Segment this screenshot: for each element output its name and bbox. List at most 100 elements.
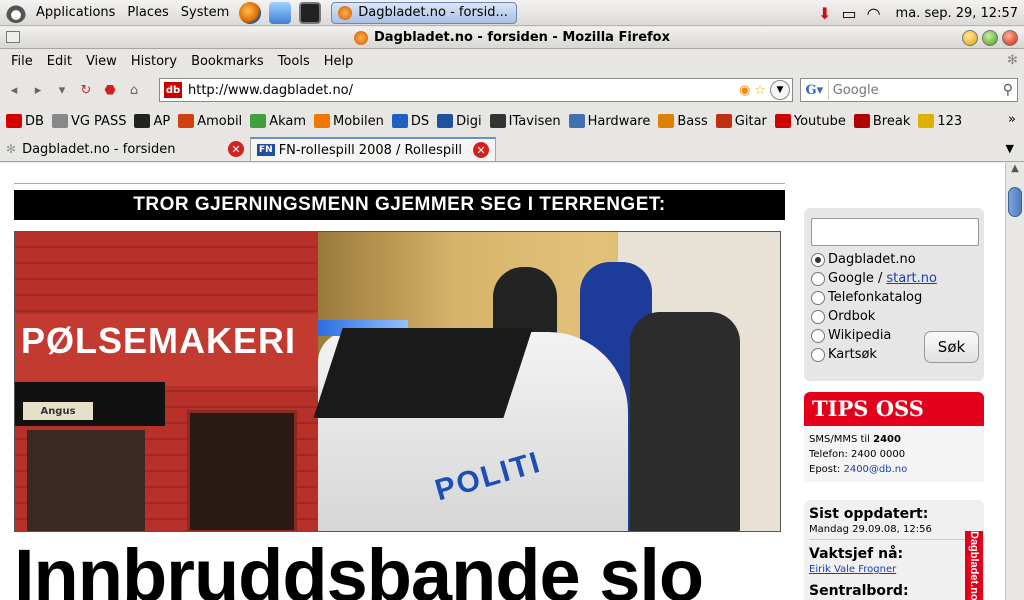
- gnome-foot-icon[interactable]: [6, 2, 26, 23]
- bookmark-item[interactable]: Bass: [658, 114, 708, 129]
- scrollbar-thumb[interactable]: [1008, 187, 1022, 217]
- stop-icon[interactable]: ⬣: [100, 80, 120, 100]
- radio-button[interactable]: [811, 328, 825, 343]
- rss-feed-icon[interactable]: ◉: [739, 83, 750, 98]
- tab-close-icon[interactable]: ✕: [473, 142, 489, 158]
- bookmark-item[interactable]: Youtube: [774, 114, 846, 129]
- tab-fn-rollespill[interactable]: FN FN-rollespill 2008 / Rollespill ... ✕: [250, 137, 496, 161]
- bookmark-item[interactable]: Amobil: [178, 114, 242, 129]
- taskbar-window-button[interactable]: Dagbladet.no - forsid...: [331, 1, 518, 24]
- headline-kicker[interactable]: TROR GJERNINGSMENN GJEMMER SEG I TERRENG…: [14, 190, 785, 220]
- radio-button[interactable]: [811, 347, 825, 362]
- search-icon[interactable]: ⚲: [1003, 82, 1013, 98]
- site-favicon-icon: db: [164, 82, 182, 98]
- bookmark-item[interactable]: ITavisen: [489, 114, 561, 129]
- main-headline[interactable]: Innbruddsbande slo: [14, 539, 704, 600]
- menu-file[interactable]: File: [4, 54, 40, 69]
- menu-edit[interactable]: Edit: [40, 54, 79, 69]
- search-input[interactable]: [828, 82, 1003, 98]
- vertical-scrollbar[interactable]: ▲: [1005, 163, 1024, 600]
- reload-icon[interactable]: ↻: [76, 80, 96, 100]
- search-option[interactable]: Wikipedia: [811, 326, 937, 345]
- back-icon[interactable]: ◂: [4, 80, 24, 100]
- vaktsjef-link[interactable]: Eirik Vale Frogner: [809, 564, 979, 575]
- radio-button[interactable]: [811, 290, 825, 305]
- bookmark-item[interactable]: Akam: [250, 114, 306, 129]
- clock[interactable]: ma. sep. 29, 12:57: [886, 6, 1024, 21]
- radio-button[interactable]: [811, 271, 825, 286]
- tab-list-icon[interactable]: ▼: [1006, 142, 1014, 155]
- menu-help[interactable]: Help: [317, 54, 361, 69]
- bookmark-item[interactable]: DB: [6, 114, 44, 129]
- throbber-icon: ✻: [1007, 53, 1018, 68]
- search-option-label: Dagbladet.no: [828, 252, 916, 267]
- menu-view[interactable]: View: [79, 54, 124, 69]
- bookmark-star-icon[interactable]: ☆: [754, 83, 766, 98]
- bookmarks-overflow-icon[interactable]: »: [1008, 112, 1016, 127]
- search-option[interactable]: Telefonkatalog: [811, 288, 937, 307]
- divider: [14, 183, 785, 184]
- search-option-label: Wikipedia: [828, 328, 892, 343]
- url-dropdown-icon[interactable]: ▼: [770, 80, 790, 100]
- terminal-launcher-icon[interactable]: [299, 1, 322, 24]
- search-box[interactable]: G▾ ⚲: [800, 78, 1018, 102]
- search-option-link[interactable]: start.no: [886, 271, 937, 286]
- tips-box: TIPS OSS SMS/MMS til 2400 Telefon: 2400 …: [804, 392, 984, 482]
- url-text[interactable]: http://www.dagbladet.no/: [188, 83, 739, 98]
- tips-title[interactable]: TIPS OSS: [804, 392, 984, 426]
- radio-button[interactable]: [811, 252, 825, 267]
- updated-date: Mandag 29.09.08, 12:56: [809, 524, 979, 540]
- menu-places[interactable]: Places: [121, 5, 174, 20]
- url-bar[interactable]: db http://www.dagbladet.no/ ◉ ☆ ▼: [159, 78, 793, 102]
- tab-bar: ✻ Dagbladet.no - forsiden ✕ FN FN-rolles…: [0, 137, 1024, 162]
- search-option[interactable]: Dagbladet.no: [811, 250, 937, 269]
- history-dropdown-icon[interactable]: ▾: [52, 80, 72, 100]
- bookmark-favicon-icon: [437, 114, 454, 128]
- radio-button[interactable]: [811, 309, 825, 324]
- close-button[interactable]: [1002, 30, 1018, 46]
- scroll-up-icon[interactable]: ▲: [1006, 163, 1024, 179]
- bookmark-item[interactable]: 123: [918, 114, 962, 129]
- dagbladet-vertical-logo[interactable]: Dagbladet.no: [965, 531, 983, 600]
- search-option[interactable]: Google / start.no: [811, 269, 937, 288]
- menu-tools[interactable]: Tools: [271, 54, 317, 69]
- tips-sms: SMS/MMS til 2400: [809, 434, 901, 445]
- window-title: Dagbladet.no - forsiden - Mozilla Firefo…: [374, 30, 670, 45]
- bookmark-item[interactable]: Hardware: [568, 114, 650, 129]
- minimize-button[interactable]: [962, 30, 978, 46]
- music-launcher-icon[interactable]: [269, 1, 292, 24]
- loading-icon: ✻: [6, 142, 17, 156]
- bookmark-item[interactable]: Gitar: [715, 114, 767, 129]
- maximize-button[interactable]: [982, 30, 998, 46]
- site-search-input[interactable]: [811, 218, 979, 246]
- tab-close-icon[interactable]: ✕: [228, 141, 244, 157]
- bookmark-item[interactable]: Break: [853, 114, 910, 129]
- bookmark-item[interactable]: Mobilen: [314, 114, 384, 129]
- search-option[interactable]: Ordbok: [811, 307, 937, 326]
- bookmark-item[interactable]: Digi: [437, 114, 482, 129]
- menu-history[interactable]: History: [124, 54, 184, 69]
- home-icon[interactable]: ⌂: [124, 80, 144, 100]
- search-button[interactable]: Søk: [924, 331, 979, 363]
- menu-system[interactable]: System: [175, 5, 235, 20]
- bookmark-item[interactable]: DS: [391, 114, 429, 129]
- site-search-panel: Dagbladet.no Google / start.no Telefonkatal…: [804, 208, 984, 381]
- menu-bookmarks[interactable]: Bookmarks: [184, 54, 271, 69]
- tab-dagbladet[interactable]: ✻ Dagbladet.no - forsiden ✕: [0, 137, 250, 161]
- search-option[interactable]: Kartsøk: [811, 345, 937, 364]
- bookmark-item[interactable]: VG PASS: [51, 114, 126, 129]
- firefox-launcher-icon[interactable]: [239, 1, 262, 24]
- updated-box: Sist oppdatert: Mandag 29.09.08, 12:56 V…: [804, 500, 984, 600]
- window-titlebar[interactable]: Dagbladet.no - forsiden - Mozilla Firefo…: [0, 27, 1024, 49]
- update-notifier-icon[interactable]: ⬇: [818, 4, 831, 23]
- forward-icon[interactable]: ▸: [28, 80, 48, 100]
- wifi-icon[interactable]: ◠: [867, 4, 881, 23]
- window-menu-icon[interactable]: [6, 31, 20, 43]
- news-photo[interactable]: PØLSEMAKERI Angus POLITI: [14, 231, 781, 532]
- tips-email-link[interactable]: 2400@db.no: [843, 464, 907, 475]
- search-engine-icon[interactable]: G▾: [801, 80, 829, 100]
- search-options: Dagbladet.no Google / start.no Telefonkatal…: [811, 250, 937, 364]
- bookmark-item[interactable]: AP: [134, 114, 170, 129]
- menu-applications[interactable]: Applications: [30, 5, 121, 20]
- battery-icon[interactable]: ▭: [841, 4, 856, 23]
